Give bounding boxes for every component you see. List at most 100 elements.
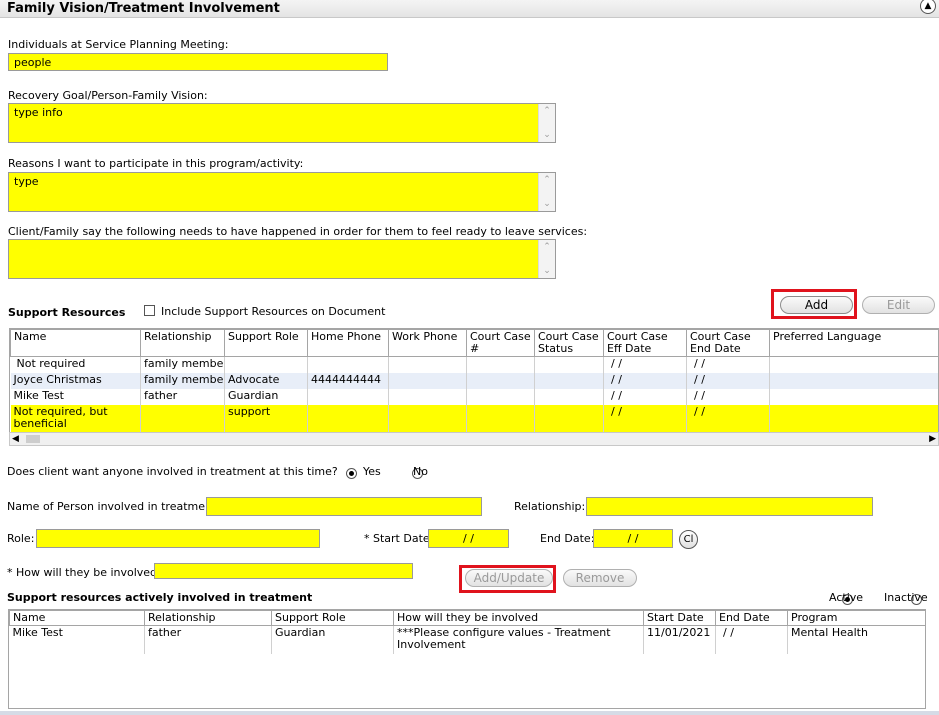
column-header[interactable]: End Date (715, 610, 788, 626)
textarea-scrollbar[interactable]: ⌃ ⌄ (538, 173, 555, 211)
table-row[interactable]: Joyce Christmas family member Advocate 4… (10, 373, 938, 389)
table-cell: / / (686, 405, 770, 433)
scroll-up-icon[interactable]: ⌃ (539, 242, 555, 252)
column-header[interactable]: Preferred Language (769, 329, 938, 357)
scrollbar-thumb[interactable] (26, 435, 40, 443)
table-cell: Advocate (224, 373, 308, 389)
person-name-label: Name of Person involved in treatment: (7, 500, 221, 513)
start-date-field[interactable]: / / (428, 529, 509, 548)
table-cell (307, 356, 389, 373)
table-cell: Mike Test (10, 389, 141, 405)
column-header[interactable]: Court Case # (466, 329, 535, 357)
reasons-label: Reasons I want to participate in this pr… (8, 157, 304, 170)
table-cell: father (140, 389, 225, 405)
textarea-scrollbar[interactable]: ⌃ ⌄ (538, 240, 555, 278)
table-cell (140, 405, 225, 433)
table-cell (534, 356, 604, 373)
involvement-question: Does client want anyone involved in trea… (7, 465, 338, 478)
client-family-label: Client/Family say the following needs to… (8, 225, 588, 238)
table-row[interactable]: Mike Test father Guardian ***Please conf… (9, 625, 925, 654)
active-resources-grid: Name Relationship Support Role How will … (8, 609, 926, 709)
column-header[interactable]: Support Role (224, 329, 308, 357)
column-header[interactable]: How will they be involved (393, 610, 644, 626)
reasons-field[interactable]: type ⌃ ⌄ (8, 172, 556, 212)
table-cell (769, 373, 938, 389)
table-cell (466, 405, 535, 433)
end-date-field[interactable]: / / (593, 529, 673, 548)
table-cell (534, 389, 604, 405)
column-header[interactable]: Name (10, 329, 141, 357)
scroll-down-icon[interactable]: ⌄ (539, 199, 555, 209)
scroll-down-icon[interactable]: ⌄ (539, 266, 555, 276)
recovery-goal-field[interactable]: type info ⌃ ⌄ (8, 103, 556, 143)
table-cell (388, 373, 467, 389)
role-field[interactable] (36, 529, 320, 548)
active-label: Active (829, 591, 864, 604)
column-header[interactable]: Name (9, 610, 145, 626)
end-date-label: End Date: (540, 532, 595, 545)
start-date-label: * Start Date: (364, 532, 434, 545)
table-row[interactable]: Not required, but beneficial support / /… (10, 405, 938, 433)
column-header[interactable]: Relationship (144, 610, 272, 626)
table-cell (769, 389, 938, 405)
inactive-label: Inactive (884, 591, 928, 604)
table-cell: Mike Test (9, 625, 145, 654)
how-involved-field[interactable] (154, 563, 413, 579)
table-cell: Mental Health (787, 625, 925, 654)
table-cell (466, 389, 535, 405)
edit-button[interactable]: Edit (862, 296, 935, 314)
table-cell: / / (603, 373, 687, 389)
relationship-field[interactable] (586, 497, 873, 516)
table-cell (388, 356, 467, 373)
clear-date-button[interactable]: Cl (679, 530, 698, 549)
recovery-goal-label: Recovery Goal/Person-Family Vision: (8, 89, 208, 102)
table-cell (307, 405, 389, 433)
table-cell (534, 405, 604, 433)
table-cell (307, 389, 389, 405)
reasons-value: type (14, 175, 39, 188)
relationship-label: Relationship: (514, 500, 586, 513)
table-cell: Not required, but beneficial (10, 405, 141, 433)
remove-button[interactable]: Remove (563, 569, 637, 587)
table-cell: / / (715, 625, 788, 654)
column-header[interactable]: Court Case Eff Date (603, 329, 687, 357)
column-header[interactable]: Relationship (140, 329, 225, 357)
include-support-resources-checkbox[interactable] (144, 305, 155, 316)
person-name-field[interactable] (206, 497, 482, 516)
individuals-field[interactable]: people (8, 53, 388, 71)
scroll-down-icon[interactable]: ⌄ (539, 130, 555, 140)
scroll-up-icon[interactable]: ⌃ (539, 106, 555, 116)
role-label: Role: (7, 532, 35, 545)
table-cell: 11/01/2021 (643, 625, 716, 654)
textarea-scrollbar[interactable]: ⌃ ⌄ (538, 104, 555, 142)
horizontal-scrollbar[interactable]: ◀ ▶ (9, 432, 939, 446)
table-cell: ***Please configure values - Treatment I… (393, 625, 644, 654)
table-cell: Guardian (271, 625, 394, 654)
individuals-label: Individuals at Service Planning Meeting: (8, 38, 229, 51)
scroll-right-icon[interactable]: ▶ (929, 433, 936, 445)
table-cell: / / (603, 356, 687, 373)
table-row[interactable]: Mike Test father Guardian / / / / (10, 389, 938, 405)
column-header[interactable]: Work Phone (388, 329, 467, 357)
table-cell: / / (686, 356, 770, 373)
table-cell (534, 373, 604, 389)
column-header[interactable]: Support Role (271, 610, 394, 626)
how-involved-label: * How will they be involved: (7, 566, 161, 579)
column-header[interactable]: Program (787, 610, 925, 626)
table-cell: / / (603, 405, 687, 433)
column-header[interactable]: Court Case Status (534, 329, 604, 357)
yes-radio[interactable] (346, 467, 357, 479)
table-cell: Guardian (224, 389, 308, 405)
scroll-up-icon[interactable]: ⌃ (539, 175, 555, 185)
column-header[interactable]: Home Phone (307, 329, 389, 357)
table-row[interactable]: Not required family member / / / / (10, 356, 938, 373)
table-cell (769, 405, 938, 433)
table-cell: family member (140, 356, 225, 373)
section-title: Family Vision/Treatment Involvement (7, 1, 280, 16)
column-header[interactable]: Court Case End Date (686, 329, 770, 357)
add-update-button[interactable]: Add/Update (465, 569, 553, 587)
client-family-field[interactable]: ⌃ ⌄ (8, 239, 556, 279)
add-button[interactable]: Add (780, 296, 853, 314)
column-header[interactable]: Start Date (643, 610, 716, 626)
scroll-left-icon[interactable]: ◀ (12, 433, 19, 445)
